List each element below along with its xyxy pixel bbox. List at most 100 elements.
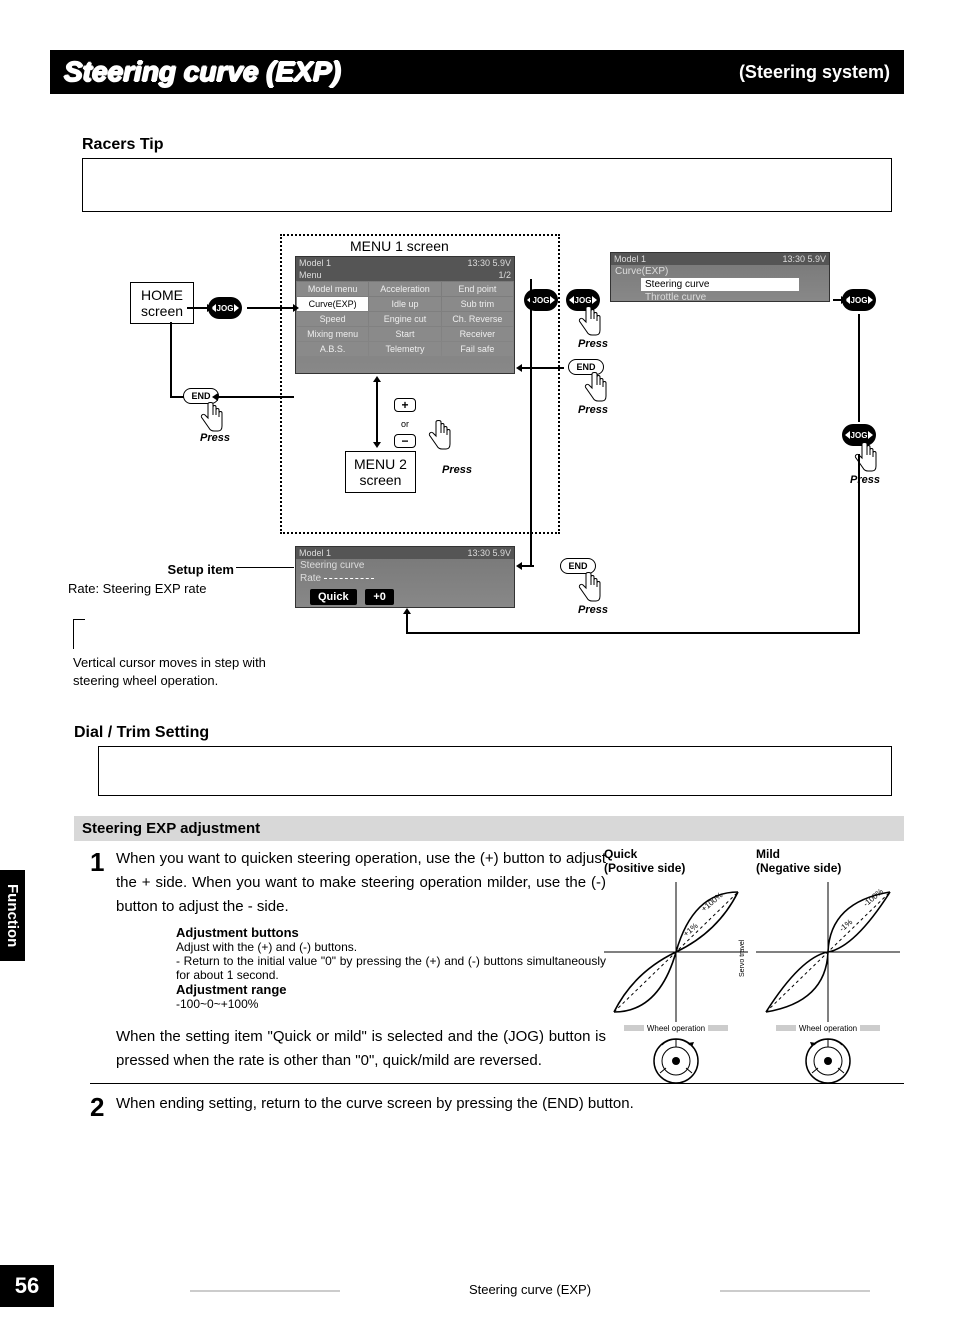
arrow-left (218, 396, 294, 398)
connector-line (170, 396, 184, 398)
lcd-menu1-page: 1/2 (498, 270, 511, 280)
connector-line (858, 314, 860, 422)
adjustment-range-heading: Adjustment range (176, 982, 606, 997)
menu-cell: Telemetry (369, 342, 440, 356)
menu2-screen-box: MENU 2screen (345, 451, 416, 493)
home-screen-box: HOMEscreen (130, 282, 194, 324)
arrow-down (376, 382, 378, 442)
adjustment-buttons-text: Adjust with the (+) and (-) buttons. (176, 940, 606, 954)
lcd-menu1: Model 1 13:30 5.9V Menu 1/2 Model menu A… (295, 256, 515, 374)
press-label: Press (850, 474, 880, 486)
jog-icon: JOG (208, 297, 242, 319)
connector-line (858, 454, 860, 634)
hand-press-icon (574, 572, 604, 606)
hand-press-icon (574, 306, 604, 340)
hand-press-icon (580, 372, 610, 406)
lcd-curve-header: Curve(EXP) (611, 265, 829, 278)
plus-minus-buttons: + or − (390, 396, 420, 450)
lcd-setup-value: +0 (365, 589, 394, 605)
menu-cell-selected: Curve(EXP) (297, 297, 368, 311)
connector-line (406, 632, 860, 634)
racers-tip-box (82, 158, 892, 212)
lcd-menu1-model: Model 1 (299, 258, 331, 268)
menu-cell: Sub trim (442, 297, 513, 311)
lcd-setup-time: 13:30 5.9V (467, 548, 511, 558)
bar-icon (708, 1025, 728, 1031)
dial-trim-heading: Dial / Trim Setting (74, 724, 904, 742)
hand-press-icon (850, 442, 880, 476)
dotted-underline (324, 578, 374, 579)
adjustment-range-text: -100~0~+100% (176, 997, 606, 1011)
lcd-curve-item1: Steering curve (641, 278, 799, 291)
dial-trim-box (98, 746, 892, 796)
curve-figures: Quick (Positive side) +100% +1% Serv (604, 847, 904, 1085)
press-label: Press (200, 432, 230, 444)
page-title: Steering curve (EXP) (64, 56, 341, 88)
lcd-menu1-time: 13:30 5.9V (467, 258, 511, 268)
lcd-setup-quick: Quick (310, 589, 357, 605)
exp-adjustment-heading: Steering EXP adjustment (74, 816, 904, 841)
footer-title: Steering curve (EXP) (190, 1282, 870, 1297)
lcd-curve-item2: Throttle curve (641, 291, 799, 304)
menu-cell: Idle up (369, 297, 440, 311)
or-label: or (401, 419, 409, 429)
lcd-menu1-menu: Menu (299, 270, 322, 280)
arrow-left (522, 367, 564, 369)
lcd-setup-rate: Rate (300, 573, 321, 584)
jog-icon: JOG (842, 289, 876, 311)
wheel-operation-label: Wheel operation (799, 1024, 857, 1033)
section-tab: Function (0, 870, 25, 961)
home-screen-text: HOMEscreen (141, 287, 183, 319)
step-number-1: 1 (90, 847, 116, 1073)
quick-title: Quick (604, 847, 637, 861)
menu-cell: Engine cut (369, 312, 440, 326)
bracket (73, 619, 85, 649)
svg-text:-1%: -1% (838, 917, 855, 933)
arrow-right (187, 307, 207, 309)
step-number-2: 2 (90, 1092, 116, 1123)
adjustment-buttons-heading: Adjustment buttons (176, 925, 606, 940)
lcd-setup-model: Model 1 (299, 548, 331, 558)
title-bar: Steering curve (EXP) (Steering system) (50, 50, 904, 94)
adjustment-buttons-text2: - Return to the initial value "0" by pre… (176, 954, 606, 982)
svg-text:+1%: +1% (682, 921, 700, 938)
page-subtitle: (Steering system) (739, 62, 890, 83)
press-label: Press (578, 338, 608, 350)
menu2-screen-text: MENU 2screen (354, 456, 407, 488)
hand-press-icon (424, 420, 454, 454)
menu-cell: Start (369, 327, 440, 341)
menu-cell: Fail safe (442, 342, 513, 356)
menu-cell: Speed (297, 312, 368, 326)
arrow-right (247, 307, 293, 309)
connector-line (170, 322, 172, 398)
bar-icon (776, 1025, 796, 1031)
page-number: 56 (0, 1265, 54, 1307)
navigation-diagram: MENU 1 screen HOMEscreen Model 1 13:30 5… (50, 224, 904, 714)
lcd-steering-setup: Model 1 13:30 5.9V Steering curve Rate Q… (295, 546, 515, 608)
menu-cell: Acceleration (369, 282, 440, 296)
wheel-operation-label: Wheel operation (647, 1024, 705, 1033)
hand-press-icon (196, 402, 226, 436)
connector-line (236, 567, 294, 568)
lcd-setup-header: Steering curve (296, 559, 514, 572)
svg-text:Servo travel: Servo travel (739, 939, 746, 977)
step1-text: When you want to quicken steering operat… (116, 847, 606, 919)
press-label: Press (442, 464, 472, 476)
steering-wheel-icon (804, 1037, 852, 1085)
cursor-note: Vertical cursor moves in step with steer… (73, 654, 293, 690)
arrow-up (406, 614, 408, 634)
mild-subtitle: (Negative side) (756, 861, 841, 875)
bar-icon (860, 1025, 880, 1031)
menu1-label: MENU 1 screen (350, 238, 449, 254)
menu-cell: Mixing menu (297, 327, 368, 341)
racers-tip-heading: Racers Tip (82, 136, 904, 154)
svg-text:+100%: +100% (700, 890, 725, 913)
quick-curve-plot: +100% +1% Servo travel (604, 882, 748, 1022)
adjustment-body: 1 When you want to quicken steering oper… (90, 847, 904, 1123)
rate-label: Rate: Steering EXP rate (68, 581, 207, 596)
lcd-curve-menu: Model 1 13:30 5.9V Curve(EXP) Steering c… (610, 252, 830, 302)
press-label: Press (578, 604, 608, 616)
quick-mild-note: When the setting item "Quick or mild" is… (116, 1025, 606, 1073)
setup-item-label: Setup item (144, 562, 234, 577)
menu-cell: Receiver (442, 327, 513, 341)
